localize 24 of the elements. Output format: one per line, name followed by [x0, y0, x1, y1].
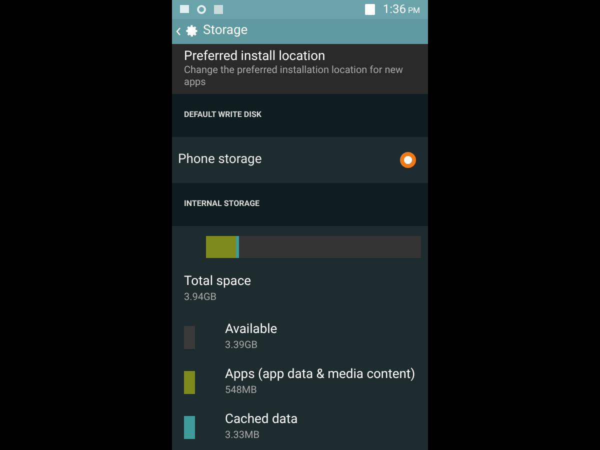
square-icon	[214, 4, 223, 14]
image-icon	[180, 5, 189, 14]
legend-label: Apps (app data & media content)	[225, 367, 416, 383]
legend-label: Cached data	[225, 412, 298, 428]
section-header: INTERNAL STORAGE	[184, 198, 260, 210]
back-icon[interactable]	[176, 26, 181, 36]
option-label: Phone storage	[178, 151, 262, 170]
legend-value: 548MB	[225, 384, 258, 398]
settings-icon	[185, 24, 199, 38]
battery-icon	[364, 4, 375, 15]
clock-ampm: PM	[408, 5, 420, 18]
legend-value: 3.39GB	[225, 339, 259, 353]
screen-title: Storage	[203, 22, 248, 40]
install-location-item[interactable]: Preferred install location Change the preferred installation location for new apps	[172, 44, 428, 94]
legend-value: 3.33MB	[225, 429, 260, 443]
clock-time: 1:36	[382, 1, 406, 18]
total-space-value: 3.94GB	[184, 291, 218, 305]
radio-button[interactable]	[400, 152, 416, 168]
item-title: Preferred install location	[184, 48, 326, 65]
item-subtitle: Change the preferred installation location for new apps	[184, 64, 404, 89]
section-header: DEFAULT WRITE DISK	[184, 109, 262, 122]
storage-option[interactable]: Phone storage	[172, 136, 428, 183]
legend-label: Available	[225, 322, 278, 338]
total-space-label: Total space	[184, 274, 252, 290]
